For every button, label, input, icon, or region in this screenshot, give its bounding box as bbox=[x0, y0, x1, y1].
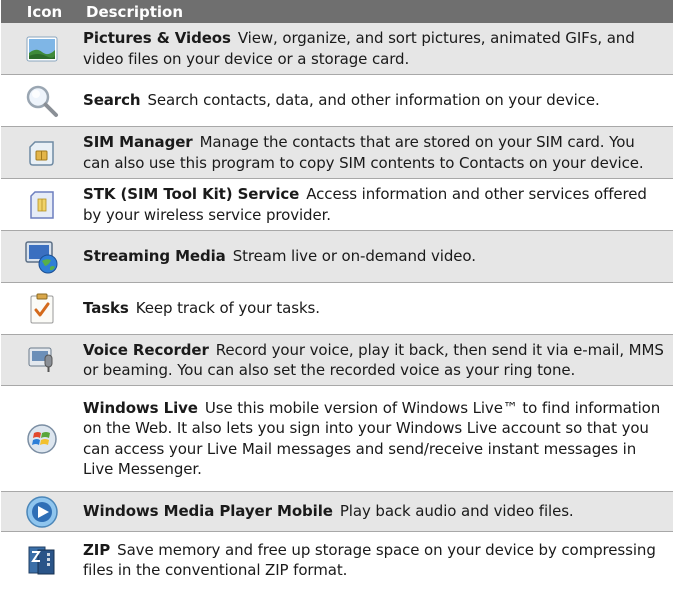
voice-recorder-icon bbox=[1, 345, 83, 375]
header-description-label: Description bbox=[86, 2, 184, 21]
row-name: Search bbox=[83, 91, 141, 110]
tasks-icon bbox=[1, 293, 83, 325]
table-row: Voice Recorder Record your voice, play it… bbox=[1, 335, 673, 386]
row-name: Windows Live bbox=[83, 398, 198, 417]
table-row: ZIP Save memory and free up storage space… bbox=[1, 532, 673, 588]
row-name: SIM Manager bbox=[83, 133, 193, 151]
row-name: Tasks bbox=[83, 299, 129, 318]
zip-icon bbox=[1, 544, 83, 576]
table-row: STK (SIM Tool Kit) Service Access informa… bbox=[1, 179, 673, 231]
row-name: STK (SIM Tool Kit) Service bbox=[83, 185, 300, 203]
header-icon-label: Icon bbox=[26, 2, 63, 21]
row-text: Stream live or on-demand video. bbox=[232, 247, 476, 266]
table-row: SIM Manager Manage the contacts that are … bbox=[1, 127, 673, 179]
icon-description-table: Icon Description Pictures & Videos View, … bbox=[1, 0, 673, 588]
row-name: Voice Recorder bbox=[83, 340, 209, 359]
table-row: Pictures & Videos View, organize, and sor… bbox=[1, 23, 673, 75]
windows-live-icon bbox=[1, 423, 83, 455]
search-icon bbox=[1, 84, 83, 118]
row-text: Search contacts, data, and other informa… bbox=[147, 91, 600, 110]
table-header: Icon Description bbox=[1, 0, 673, 23]
row-name: ZIP bbox=[83, 540, 111, 559]
table-row: Search Search contacts, data, and other i… bbox=[1, 75, 673, 127]
pictures-videos-icon bbox=[1, 35, 83, 63]
row-name: Windows Media Player Mobile bbox=[83, 502, 333, 521]
table-row: Tasks Keep track of your tasks. bbox=[1, 283, 673, 335]
row-text: Play back audio and video files. bbox=[339, 502, 574, 521]
table-row: Streaming Media Stream live or on-demand … bbox=[1, 231, 673, 283]
streaming-media-icon bbox=[1, 240, 83, 274]
row-name: Pictures & Videos bbox=[83, 29, 231, 47]
windows-media-player-icon bbox=[1, 495, 83, 529]
row-text: Keep track of your tasks. bbox=[135, 299, 320, 318]
row-text: Save memory and free up storage space on… bbox=[83, 540, 656, 580]
table-row: Windows Live Use this mobile version of W… bbox=[1, 386, 673, 492]
table-row: Windows Media Player Mobile Play back aud… bbox=[1, 492, 673, 532]
stk-service-icon bbox=[1, 190, 83, 220]
sim-manager-icon bbox=[1, 138, 83, 168]
row-name: Streaming Media bbox=[83, 247, 226, 266]
